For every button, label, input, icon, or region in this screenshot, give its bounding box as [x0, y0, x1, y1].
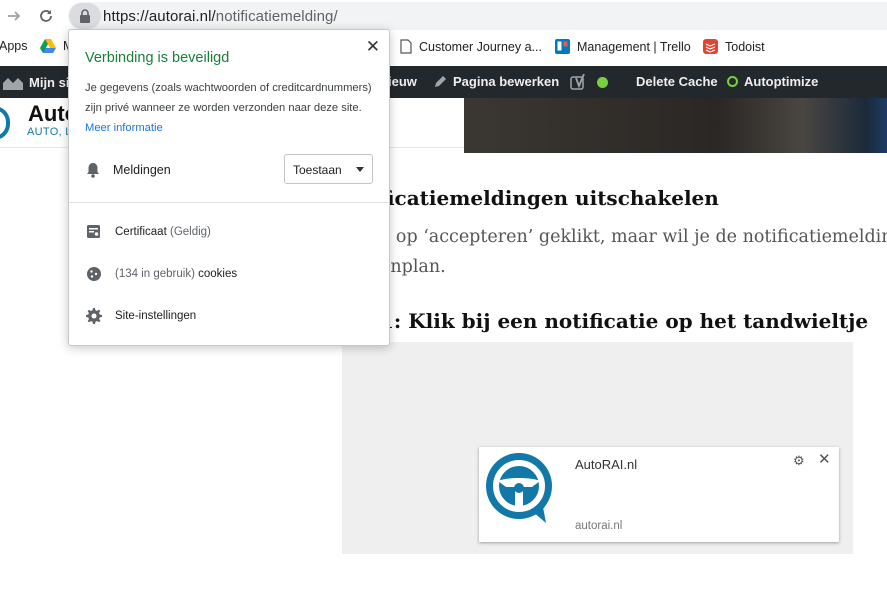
wp-yoast[interactable] — [570, 74, 608, 91]
site-info-popup: ✕ Verbinding is beveiligd Je gegevens (z… — [68, 29, 390, 346]
wp-my-sites[interactable]: Mijn sit — [3, 74, 74, 90]
connection-secure-title: Verbinding is beveiligd — [85, 50, 230, 66]
hero-image — [464, 98, 887, 153]
home-sites-icon — [3, 78, 23, 90]
trello-icon — [555, 39, 570, 54]
wp-autoptimize[interactable]: Autoptimize — [727, 74, 818, 89]
notification-title: AutoRAI.nl — [575, 457, 638, 472]
bell-icon — [87, 163, 99, 178]
steering-wheel-icon — [486, 453, 552, 523]
url-text: https://autorai.nl/notificatiemelding/ — [103, 7, 338, 25]
yoast-icon — [570, 74, 585, 90]
cookies-row[interactable]: (134 in gebruik) cookies — [69, 259, 389, 289]
step-heading: 1: Klik bij een notificatie op het tandw… — [380, 309, 869, 333]
permission-notifications: Meldingen Toestaan — [69, 150, 389, 190]
bookmark-customer-journey[interactable]: Customer Journey a... — [400, 39, 542, 54]
yoast-status-dot — [597, 77, 608, 88]
wp-delete-cache[interactable]: Delete Cache — [636, 74, 718, 89]
autoptimize-status-icon — [727, 76, 738, 87]
site-settings-row[interactable]: Site-instellingen — [69, 301, 389, 331]
article-heading: ficatiemeldingen uitschakelen — [380, 186, 719, 210]
site-tagline: AUTO, L — [27, 126, 72, 138]
drive-icon — [40, 39, 56, 53]
gear-icon[interactable]: ⚙ — [793, 453, 805, 469]
notification-card[interactable]: AutoRAI.nl autorai.nl ⚙ ✕ — [479, 447, 839, 542]
site-logo-icon[interactable] — [0, 106, 10, 140]
forward-arrow-icon[interactable] — [2, 4, 26, 28]
todoist-icon — [703, 39, 718, 54]
caret-down-icon — [356, 167, 364, 172]
close-icon[interactable]: ✕ — [818, 450, 831, 468]
lock-icon[interactable] — [69, 3, 101, 29]
reload-icon[interactable] — [34, 4, 58, 28]
article-paragraph: e op ‘accepteren’ geklikt, maar wil je d… — [380, 227, 887, 277]
gear-icon — [86, 308, 102, 324]
notification-site: autorai.nl — [575, 520, 623, 532]
bookmark-todoist[interactable]: Todoist — [703, 39, 765, 54]
address-bar[interactable]: https://autorai.nl/notificatiemelding/ — [68, 2, 887, 30]
cookie-icon — [87, 267, 101, 281]
bookmark-trello[interactable]: Management | Trello — [555, 39, 691, 54]
pencil-icon — [435, 75, 446, 87]
close-icon[interactable]: ✕ — [366, 37, 380, 57]
wp-new[interactable]: ieuw — [388, 74, 417, 89]
more-info-link[interactable]: Meer informatie — [85, 122, 163, 134]
divider — [69, 202, 389, 203]
certificate-icon — [87, 225, 100, 238]
notifications-permission-select[interactable]: Toestaan — [284, 154, 373, 184]
document-icon — [400, 39, 412, 54]
bookmark-apps[interactable]: Apps — [0, 39, 28, 53]
browser-toolbar: https://autorai.nl/notificatiemelding/ — [0, 0, 887, 32]
certificate-row[interactable]: Certificaat (Geldig) — [69, 217, 389, 247]
wp-edit-page[interactable]: Pagina bewerken — [433, 74, 559, 89]
connection-description: Je gegevens (zoals wachtwoorden of credi… — [85, 82, 372, 134]
